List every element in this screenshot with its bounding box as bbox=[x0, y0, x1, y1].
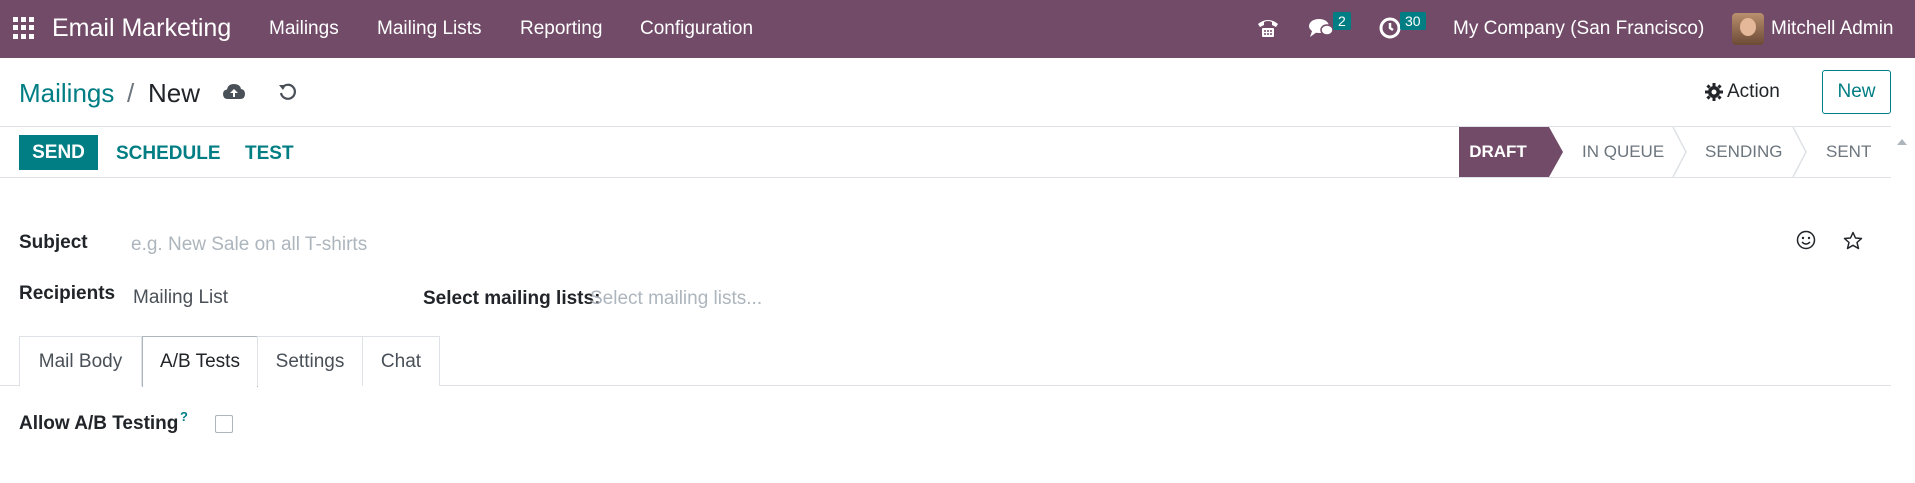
menu-item-mailing-lists[interactable]: Mailing Lists bbox=[377, 18, 482, 40]
allow-ab-testing-label: Allow A/B Testing bbox=[19, 413, 179, 434]
recipients-select[interactable]: Mailing List bbox=[133, 287, 228, 309]
tab-ab-tests[interactable]: A/B Tests bbox=[142, 336, 258, 387]
stage-sending[interactable]: SENDING bbox=[1705, 127, 1782, 177]
menu-item-configuration[interactable]: Configuration bbox=[640, 18, 753, 40]
star-icon[interactable] bbox=[1843, 231, 1863, 251]
breadcrumb-mailings[interactable]: Mailings bbox=[19, 78, 114, 109]
stage-in-queue[interactable]: IN QUEUE bbox=[1582, 127, 1664, 177]
app-name[interactable]: Email Marketing bbox=[52, 14, 231, 43]
discard-icon[interactable] bbox=[278, 82, 298, 102]
cloud-upload-icon[interactable] bbox=[222, 82, 246, 102]
stage-sent[interactable]: SENT bbox=[1826, 127, 1871, 177]
activities-clock-icon[interactable] bbox=[1378, 16, 1402, 40]
mailing-lists-input[interactable] bbox=[590, 285, 890, 313]
phone-icon[interactable] bbox=[1255, 15, 1281, 41]
tab-mail-body[interactable]: Mail Body bbox=[19, 336, 142, 386]
new-button[interactable]: New bbox=[1822, 70, 1891, 114]
gear-icon bbox=[1705, 83, 1723, 101]
menu-item-mailings[interactable]: Mailings bbox=[269, 18, 339, 40]
subject-input[interactable] bbox=[131, 230, 1731, 260]
breadcrumb-current: New bbox=[148, 78, 201, 108]
activities-count-badge: 30 bbox=[1400, 12, 1426, 30]
tab-settings[interactable]: Settings bbox=[257, 336, 363, 386]
top-navbar: Email Marketing Mailings Mailing Lists R… bbox=[0, 0, 1915, 58]
user-avatar[interactable] bbox=[1732, 13, 1764, 45]
messages-count-badge: 2 bbox=[1333, 12, 1351, 30]
apps-menu-icon[interactable] bbox=[13, 17, 35, 39]
tab-chat[interactable]: Chat bbox=[362, 336, 440, 386]
scrollbar-up-arrow[interactable] bbox=[1896, 137, 1908, 147]
menu-item-reporting[interactable]: Reporting bbox=[520, 18, 602, 40]
action-menu-button[interactable]: Action bbox=[1705, 81, 1780, 103]
recipients-label: Recipients bbox=[19, 283, 116, 304]
messages-icon[interactable] bbox=[1308, 16, 1334, 40]
schedule-button[interactable]: SCHEDULE bbox=[116, 143, 221, 165]
stage-draft[interactable]: DRAFT bbox=[1459, 127, 1563, 177]
status-bar: SEND SCHEDULE TEST DRAFT IN QUEUE SENDIN… bbox=[0, 126, 1891, 178]
user-menu[interactable]: Mitchell Admin bbox=[1771, 18, 1894, 40]
action-label: Action bbox=[1727, 81, 1780, 102]
breadcrumb-separator: / bbox=[127, 78, 135, 108]
stage-separator bbox=[1672, 127, 1687, 177]
stage-separator bbox=[1792, 127, 1807, 177]
help-tooltip-icon[interactable]: ? bbox=[180, 409, 188, 424]
subject-label: Subject bbox=[19, 232, 88, 253]
company-switcher[interactable]: My Company (San Francisco) bbox=[1453, 18, 1704, 40]
send-button[interactable]: SEND bbox=[19, 135, 98, 170]
test-button[interactable]: TEST bbox=[245, 143, 294, 165]
allow-ab-testing-checkbox[interactable] bbox=[215, 415, 233, 433]
mailing-lists-label: Select mailing lists: bbox=[423, 288, 601, 309]
emoji-icon[interactable] bbox=[1796, 230, 1816, 250]
